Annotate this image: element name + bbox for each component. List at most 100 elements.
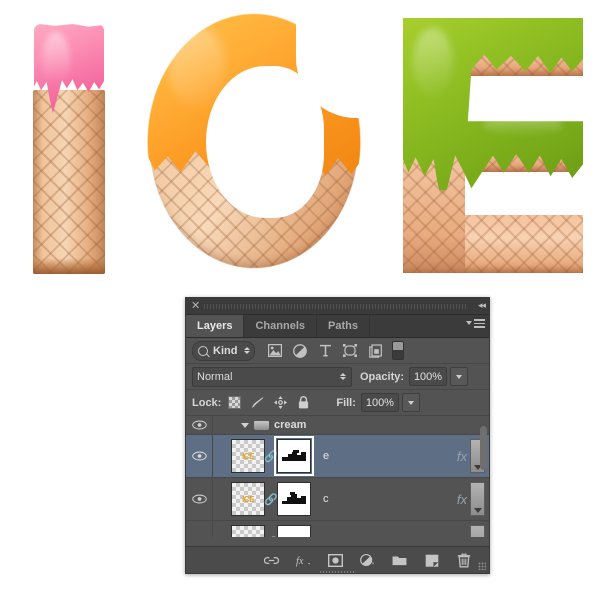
blend-mode-row: Normal Opacity: 100% — [186, 364, 489, 390]
panel-resize-grip[interactable] — [478, 562, 486, 570]
group-header-cream: cream — [213, 419, 306, 431]
visibility-toggle-i[interactable] — [186, 521, 213, 537]
layer-name-c[interactable]: c — [323, 493, 329, 505]
panel-tab-bar: Layers Channels Paths — [186, 315, 489, 338]
letter-i-artwork — [33, 24, 105, 274]
letter-e-notch-lower — [465, 172, 583, 215]
panel-titlebar: ✕ ◂◂ — [186, 298, 489, 315]
folder-icon — [254, 420, 269, 430]
shape-layers-filter-icon[interactable] — [343, 344, 358, 358]
layer-list[interactable]: cream ICE 🔗 e fx ICE 🔗 c fx — [186, 416, 489, 537]
letter-e-artwork — [403, 18, 583, 273]
visibility-toggle-e[interactable] — [186, 435, 213, 477]
link-icon[interactable]: 🔗 — [264, 536, 278, 538]
adjustment-layers-filter-icon[interactable] — [293, 343, 308, 358]
eye-icon — [191, 451, 207, 461]
expand-effects-arrow-c[interactable] — [470, 482, 485, 516]
screenshot-root: ✕ ◂◂ Layers Channels Paths Kind Normal O… — [0, 0, 600, 605]
layer-effects-indicator-c[interactable]: fx — [457, 478, 467, 520]
search-icon — [198, 345, 208, 356]
filter-kind-dropdown[interactable]: Kind — [192, 340, 256, 361]
link-layers-button[interactable] — [264, 553, 279, 568]
fill-slider-caret-icon[interactable] — [401, 393, 420, 412]
link-icon[interactable]: 🔗 — [264, 450, 278, 463]
visibility-toggle-cream[interactable] — [186, 416, 213, 434]
layer-filter-row: Kind — [186, 338, 489, 364]
letter-i-waffle-cone — [33, 90, 105, 274]
layer-thumbnails-e: ICE 🔗 — [231, 436, 314, 476]
lock-label: Lock: — [192, 396, 222, 409]
lock-transparent-pixels-icon[interactable] — [228, 396, 242, 409]
add-layer-mask-button[interactable] — [328, 553, 343, 568]
layer-name-i[interactable]: i — [323, 536, 325, 537]
close-icon[interactable]: ✕ — [191, 299, 200, 313]
group-name-cream: cream — [274, 419, 307, 431]
chevron-down-icon[interactable] — [241, 422, 249, 428]
layer-row-i[interactable]: ICE 🔗 i fx — [186, 521, 489, 537]
svg-text:fx: fx — [296, 556, 304, 567]
layer-effects-indicator-i[interactable]: fx — [457, 521, 467, 538]
layer-name-e[interactable]: e — [323, 450, 329, 462]
layer-thumbnail-e[interactable]: ICE — [231, 439, 265, 473]
layer-thumbnails-i: ICE 🔗 — [231, 525, 311, 537]
new-adjustment-layer-button[interactable] — [360, 553, 375, 568]
type-layers-filter-icon[interactable] — [318, 344, 332, 358]
photoshop-layers-panel: ✕ ◂◂ Layers Channels Paths Kind Normal O… — [185, 297, 490, 574]
filter-kind-label: Kind — [213, 344, 238, 357]
layer-mask-thumbnail-e[interactable] — [274, 436, 314, 476]
collapse-to-icons-icon[interactable]: ◂◂ — [478, 300, 486, 311]
opacity-label: Opacity: — [360, 370, 405, 383]
layer-mask-thumbnail-c[interactable] — [277, 482, 311, 516]
panel-drag-grip[interactable] — [204, 304, 467, 309]
panel-menu-caret-icon — [466, 321, 472, 326]
opacity-input[interactable]: 100% — [409, 367, 448, 386]
letter-i-cream-highlight — [42, 32, 70, 84]
letter-c-artwork — [146, 8, 386, 276]
pixel-layers-filter-icon[interactable] — [268, 344, 283, 358]
layer-row-c[interactable]: ICE 🔗 c fx — [186, 478, 489, 521]
layer-effects-indicator-e[interactable]: fx — [457, 435, 467, 477]
chevron-updown-icon — [340, 373, 346, 380]
layer-row-e[interactable]: ICE 🔗 e fx — [186, 435, 489, 478]
link-icon[interactable]: 🔗 — [264, 493, 278, 506]
layer-row-group-cream[interactable]: cream — [186, 416, 489, 435]
visibility-toggle-c[interactable] — [186, 478, 213, 520]
letter-e-notch-upper — [465, 76, 583, 126]
lock-icons-group — [228, 396, 310, 409]
lock-image-pixels-icon[interactable] — [251, 396, 264, 409]
expand-effects-arrow-i[interactable] — [470, 525, 485, 537]
chevron-updown-icon — [244, 347, 251, 354]
new-layer-button[interactable] — [424, 553, 439, 568]
opacity-slider-caret-icon[interactable] — [450, 367, 469, 386]
filter-type-icons — [268, 343, 382, 358]
letter-e-cream-highlight — [413, 28, 453, 98]
letter-e-cone-bottom-arm — [465, 215, 583, 273]
layers-panel-bottom-toolbar: fx — [186, 546, 489, 573]
panel-menu-lines-icon — [474, 319, 485, 328]
fill-input[interactable]: 100% — [360, 393, 399, 412]
blend-mode-dropdown[interactable]: Normal — [192, 366, 352, 387]
smart-object-filter-icon[interactable] — [368, 343, 382, 358]
layer-list-scrollbar[interactable] — [480, 426, 487, 470]
tab-layers[interactable]: Layers — [186, 315, 245, 337]
tab-paths[interactable]: Paths — [317, 315, 370, 337]
letter-c-cream-highlight — [168, 26, 226, 106]
layer-style-button[interactable]: fx — [296, 553, 311, 568]
lock-row: Lock: Fill: 100% — [186, 390, 489, 416]
new-group-button[interactable] — [392, 553, 407, 568]
tab-channels[interactable]: Channels — [244, 315, 317, 337]
lock-all-icon[interactable] — [297, 396, 310, 409]
filter-enable-toggle[interactable] — [392, 341, 405, 360]
panel-menu-icon[interactable] — [466, 319, 485, 328]
layer-thumbnail-i[interactable]: ICE — [231, 525, 265, 537]
lock-position-icon[interactable] — [274, 396, 288, 409]
fill-label: Fill: — [336, 396, 356, 409]
ice-cream-lettering-artwork — [0, 0, 600, 292]
eye-icon — [191, 494, 207, 504]
layer-mask-thumbnail-i[interactable] — [277, 525, 311, 537]
panel-bottom-drag-handle[interactable] — [319, 571, 356, 573]
delete-layer-button[interactable] — [456, 553, 471, 568]
blend-mode-value: Normal — [197, 370, 233, 383]
layer-thumbnails-c: ICE 🔗 — [231, 482, 311, 516]
layer-thumbnail-c[interactable]: ICE — [231, 482, 265, 516]
